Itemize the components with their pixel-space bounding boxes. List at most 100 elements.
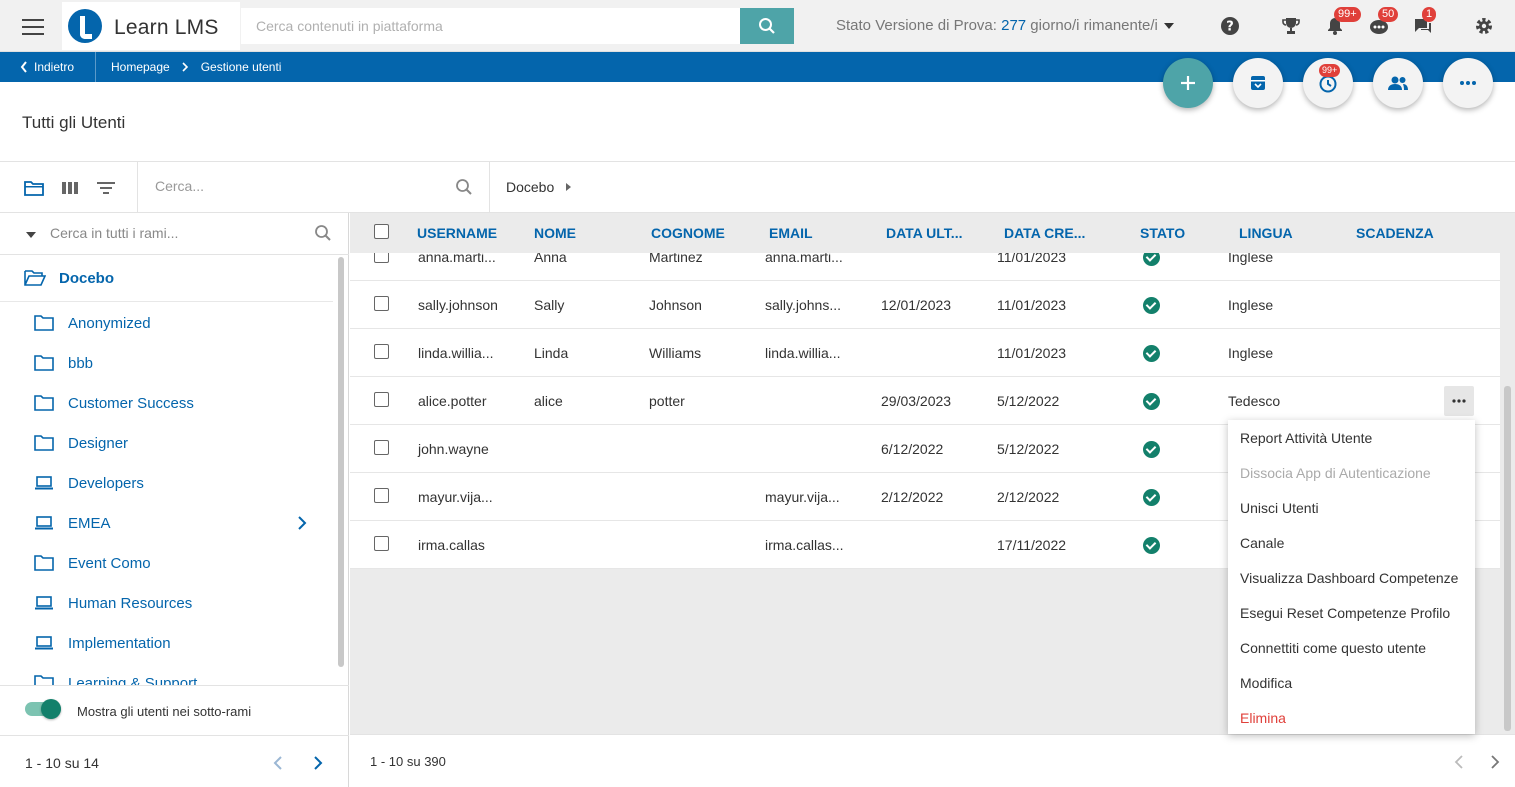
breadcrumb-homepage[interactable]: Homepage: [111, 60, 170, 74]
tree-list: Anonymized bbb Customer Success Designer Dev…: [0, 303, 333, 685]
global-search-input[interactable]: [242, 9, 739, 43]
chevron-left-icon[interactable]: [273, 756, 283, 770]
history-button[interactable]: 99+: [1303, 58, 1353, 108]
notifications-bell-icon[interactable]: 99+: [1324, 7, 1361, 37]
trophy-icon[interactable]: [1280, 15, 1302, 37]
more-horizontal-icon: [1452, 399, 1466, 403]
row-checkbox[interactable]: [374, 392, 389, 407]
cell-data-cre: 5/12/2022: [997, 441, 1060, 457]
row-checkbox[interactable]: [374, 253, 389, 263]
col-scadenza[interactable]: SCADENZA: [1356, 225, 1434, 241]
global-search-button[interactable]: [740, 8, 794, 44]
cell-username: sally.johnson: [418, 297, 498, 313]
tree-item-label: Customer Success: [68, 395, 194, 412]
global-search: [241, 8, 740, 44]
chat-icon[interactable]: 1: [1412, 7, 1437, 37]
col-email[interactable]: EMAIL: [769, 225, 813, 241]
tree-pagination: 1 - 10 su 14: [0, 735, 349, 787]
user-search-input[interactable]: [155, 178, 435, 194]
cell-data-cre: 11/01/2023: [997, 345, 1067, 361]
table-row[interactable]: sally.johnson Sally Johnson sally.johns... 1…: [350, 281, 1500, 329]
row-checkbox[interactable]: [374, 536, 389, 551]
branch-breadcrumb-label[interactable]: Docebo: [506, 179, 554, 195]
menu-item[interactable]: Unisci Utenti: [1228, 490, 1475, 525]
col-data-creazione[interactable]: DATA CRE...: [1004, 225, 1085, 241]
folder-view-icon[interactable]: [24, 179, 44, 197]
menu-item[interactable]: Elimina: [1228, 700, 1475, 735]
tree-item-label: Human Resources: [68, 595, 193, 612]
subbranch-toggle[interactable]: [25, 699, 61, 719]
messages-icon[interactable]: 50: [1368, 7, 1399, 37]
search-icon[interactable]: [314, 224, 332, 242]
menu-item[interactable]: Modifica: [1228, 665, 1475, 700]
tree-item[interactable]: Anonymized: [0, 303, 333, 343]
col-username[interactable]: USERNAME: [417, 225, 497, 241]
tree-item[interactable]: Learning & Support: [0, 663, 333, 685]
chevron-right-icon[interactable]: [297, 516, 307, 533]
tree-item[interactable]: EMEA: [0, 503, 333, 543]
chevron-right-icon[interactable]: [1490, 755, 1500, 769]
archive-button[interactable]: [1233, 58, 1283, 108]
tree-item[interactable]: Implementation: [0, 623, 333, 663]
hamburger-menu-icon[interactable]: [22, 16, 44, 36]
row-checkbox[interactable]: [374, 488, 389, 503]
add-user-button[interactable]: [1163, 58, 1213, 108]
trial-status[interactable]: Stato Versione di Prova: 277 giorno/i ri…: [836, 17, 1174, 34]
col-stato[interactable]: STATO: [1140, 225, 1185, 241]
tree-item[interactable]: Customer Success: [0, 383, 333, 423]
cell-nome: Linda: [534, 345, 569, 361]
row-checkbox[interactable]: [374, 440, 389, 455]
status-active-icon: [1143, 393, 1160, 410]
chevron-right-icon[interactable]: [313, 756, 323, 770]
more-actions-button[interactable]: [1443, 58, 1493, 108]
table-row[interactable]: anna.marti... Anna Martinez anna.marti... 11…: [350, 253, 1500, 281]
table-row[interactable]: linda.willia... Linda Williams linda.willia…: [350, 329, 1500, 377]
back-button[interactable]: Indietro: [20, 60, 74, 74]
tree-scrollbar[interactable]: [337, 255, 345, 685]
branch-search-input[interactable]: [50, 225, 300, 241]
col-lingua[interactable]: LINGUA: [1239, 225, 1293, 241]
cell-data-cre: 17/11/2022: [997, 537, 1067, 553]
status-active-icon: [1143, 537, 1160, 554]
cell-email: sally.johns...: [765, 297, 841, 313]
cell-data-cre: 11/01/2023: [997, 253, 1067, 265]
col-cognome[interactable]: COGNOME: [651, 225, 725, 241]
logo[interactable]: Learn LMS: [62, 2, 240, 50]
columns-icon[interactable]: [60, 179, 80, 197]
table-row[interactable]: alice.potter alice potter 29/03/2023 5/12/20…: [350, 377, 1500, 425]
cell-lingua: Inglese: [1228, 297, 1274, 313]
row-checkbox[interactable]: [374, 296, 389, 311]
cell-cognome: Johnson: [649, 297, 702, 313]
help-icon[interactable]: ?: [1219, 15, 1241, 37]
col-data-ultimo-accesso[interactable]: DATA ULT...: [886, 225, 962, 241]
menu-item[interactable]: Canale: [1228, 525, 1475, 560]
tree-item[interactable]: Human Resources: [0, 583, 333, 623]
row-checkbox[interactable]: [374, 344, 389, 359]
select-all-checkbox[interactable]: [374, 224, 389, 239]
tree-item[interactable]: bbb: [0, 343, 333, 383]
tree-item[interactable]: Designer: [0, 423, 333, 463]
search-icon[interactable]: [455, 178, 473, 196]
caret-down-icon[interactable]: [26, 232, 36, 238]
menu-item[interactable]: Visualizza Dashboard Competenze: [1228, 560, 1475, 595]
status-active-icon: [1143, 441, 1160, 458]
table-scrollbar[interactable]: [1502, 253, 1512, 734]
row-actions-button[interactable]: [1444, 386, 1474, 416]
chevron-left-icon[interactable]: [1454, 755, 1464, 769]
tree-item[interactable]: Event Como: [0, 543, 333, 583]
menu-item[interactable]: Connettiti come questo utente: [1228, 630, 1475, 665]
menu-item[interactable]: Report Attività Utente: [1228, 420, 1475, 455]
col-nome[interactable]: NOME: [534, 225, 576, 241]
cell-username: irma.callas: [418, 537, 485, 553]
tree-item[interactable]: Developers: [0, 463, 333, 503]
tree-root-item[interactable]: Docebo: [0, 255, 333, 302]
table-pagination: 1 - 10 su 390: [350, 734, 1515, 787]
user-groups-button[interactable]: [1373, 58, 1423, 108]
filter-icon[interactable]: [96, 179, 116, 197]
cell-data-cre: 5/12/2022: [997, 393, 1060, 409]
breadcrumb-bar: Indietro Homepage Gestione utenti: [0, 52, 1515, 82]
settings-gear-icon[interactable]: [1473, 15, 1495, 37]
menu-item[interactable]: Esegui Reset Competenze Profilo: [1228, 595, 1475, 630]
tree-item-label: Developers: [68, 475, 144, 492]
user-search: [155, 178, 475, 198]
